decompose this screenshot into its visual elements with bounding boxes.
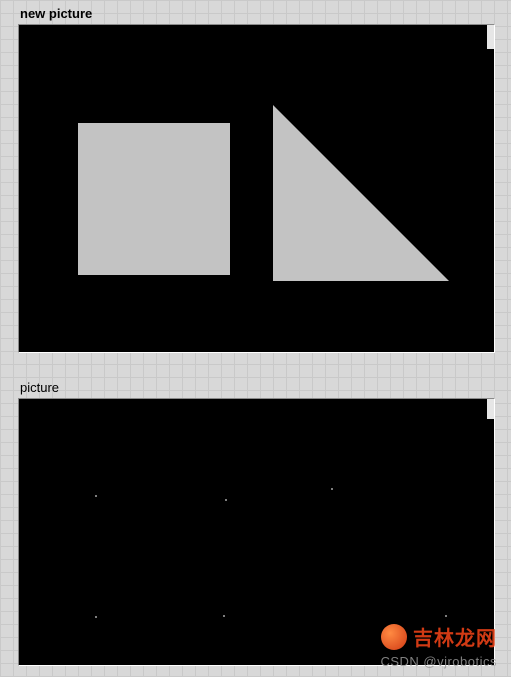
corner-dot <box>445 615 447 617</box>
app-background: new picture picture 吉林龙网 CSDN @vjrobotic… <box>0 0 511 677</box>
corner-dot <box>331 488 333 490</box>
corner-dot <box>95 616 97 618</box>
panel-label-top: new picture <box>20 6 92 21</box>
corner-dot <box>223 615 225 617</box>
watermark-logo-icon <box>381 624 407 650</box>
corner-dot <box>225 499 227 501</box>
panel-label-bottom: picture <box>20 380 59 395</box>
shape-triangle <box>273 105 449 281</box>
scrollbar-stub-top[interactable] <box>487 25 494 49</box>
canvas-top[interactable] <box>18 24 495 353</box>
watermark-csdn: CSDN @vjrobotics <box>380 654 497 669</box>
watermark-site: 吉林龙网 <box>381 622 497 651</box>
corner-dot <box>95 495 97 497</box>
scrollbar-stub-bottom[interactable] <box>487 399 494 419</box>
shape-square <box>78 123 230 275</box>
watermark-site-text: 吉林龙网 <box>413 622 497 651</box>
